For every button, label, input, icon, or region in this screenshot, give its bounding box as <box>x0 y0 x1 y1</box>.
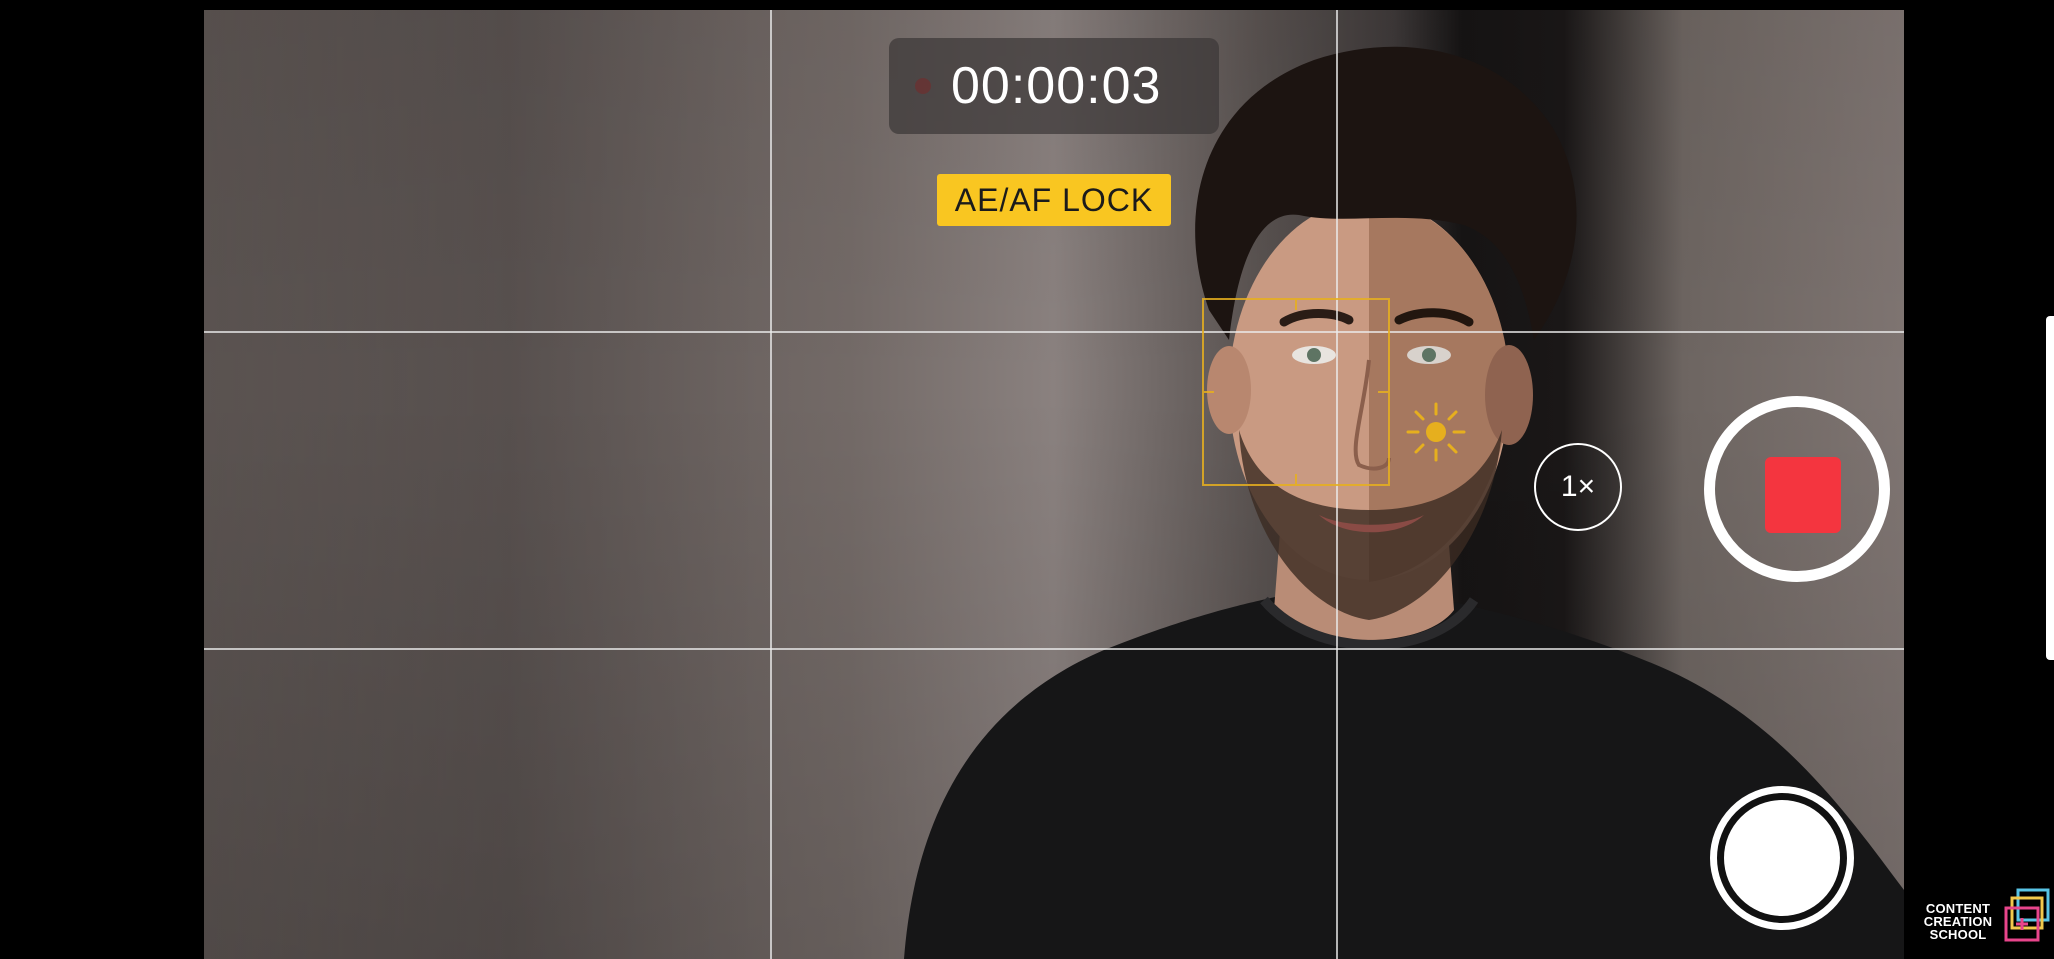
record-stop-button[interactable] <box>1704 396 1890 582</box>
stop-square-icon <box>1765 457 1841 533</box>
focus-tick-top <box>1295 300 1297 310</box>
content-creation-school-watermark: CONTENT CREATION SCHOOL <box>1918 884 2054 959</box>
content-creation-school-logo <box>2004 888 2050 942</box>
focus-tick-bottom <box>1295 474 1297 484</box>
side-panel-handle[interactable] <box>2046 316 2054 660</box>
timer-text: 00:00:03 <box>951 57 1162 115</box>
record-dot-icon <box>915 78 931 94</box>
grid-line-horizontal-1 <box>204 331 1904 333</box>
camera-screen: 00:00:03 AE/AF LOCK 1× CONTENT CREATION … <box>0 0 2054 959</box>
shutter-inner-circle <box>1724 800 1840 916</box>
sun-icon[interactable] <box>1404 400 1468 464</box>
ae-af-lock-badge[interactable]: AE/AF LOCK <box>937 174 1171 226</box>
focus-tick-right <box>1378 391 1388 393</box>
watermark-line-3: SCHOOL <box>1929 927 1987 942</box>
grid-line-horizontal-2 <box>204 648 1904 650</box>
camera-viewfinder[interactable] <box>204 10 1904 959</box>
background-wall-shade <box>204 10 764 959</box>
recording-timer: 00:00:03 <box>889 38 1219 134</box>
grid-line-vertical-1 <box>770 10 772 959</box>
focus-tick-left <box>1204 391 1214 393</box>
shutter-button[interactable] <box>1710 786 1854 930</box>
watermark-text: CONTENT CREATION SCHOOL <box>1918 902 1998 941</box>
zoom-button[interactable]: 1× <box>1534 443 1622 531</box>
focus-exposure-box[interactable] <box>1202 298 1390 486</box>
